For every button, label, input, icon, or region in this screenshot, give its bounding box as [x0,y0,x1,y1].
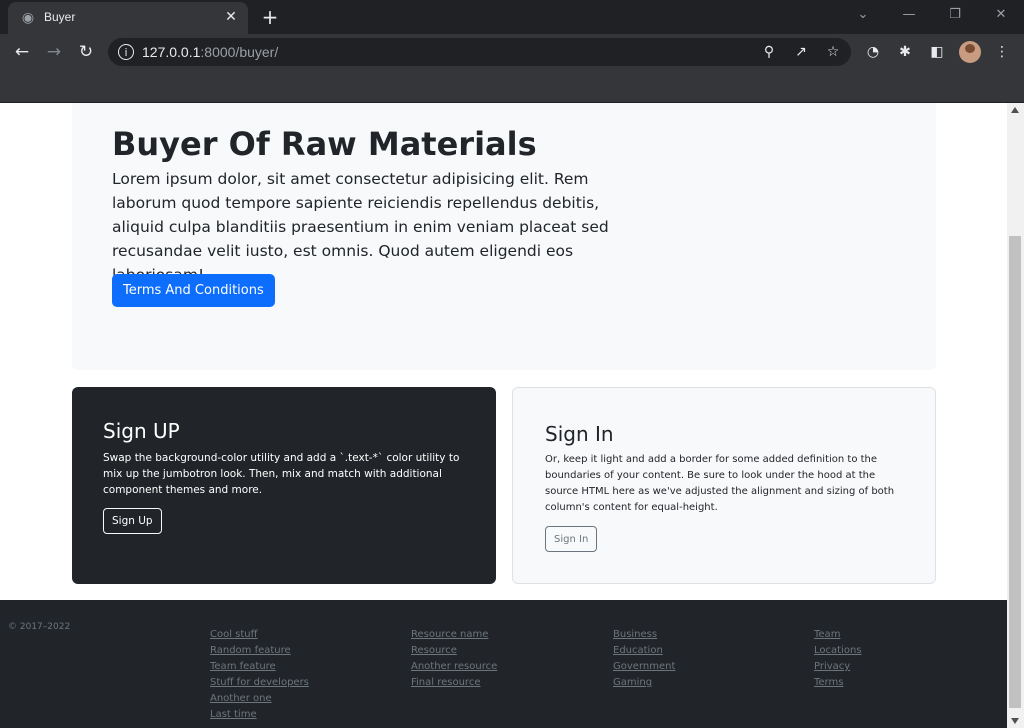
footer-link[interactable]: Gaming [613,677,652,688]
forward-button[interactable]: → [42,40,66,64]
footer-link[interactable]: Resource [411,645,457,656]
footer-link[interactable]: Education [613,645,663,656]
footer-column-resources: Resource name Resource Another resource … [411,624,497,688]
footer-link[interactable]: Business [613,629,657,640]
tab-search-icon[interactable]: ⌄ [841,4,885,26]
signup-button[interactable]: Sign Up [103,508,162,534]
browser-tab[interactable]: ◉ Buyer ✕ [8,2,248,34]
side-panel-icon[interactable]: ◧ [927,42,947,62]
footer-link[interactable]: Final resource [411,677,480,688]
bookmarks-bar [0,70,1024,103]
page-viewport: Buyer Of Raw Materials Lorem ipsum dolor… [0,103,1007,728]
hero-section: Buyer Of Raw Materials Lorem ipsum dolor… [72,103,936,370]
minimize-button[interactable]: — [887,4,931,26]
address-bar[interactable]: i 127.0.0.1:8000/buyer/ ⚲ ↗ ☆ [108,38,851,66]
menu-icon[interactable]: ⋮ [992,42,1012,62]
footer-column-features: Cool stuff Random feature Team feature S… [210,624,309,720]
url-path: :8000/buyer/ [200,44,279,60]
footer-column-about: Team Locations Privacy Terms [814,624,862,688]
site-info-icon[interactable]: i [118,44,134,60]
zoom-icon[interactable]: ⚲ [759,42,779,62]
signin-title: Sign In [545,422,614,446]
performance-icon[interactable]: ◔ [863,42,883,62]
footer-column-business: Business Education Government Gaming [613,624,675,688]
restore-button[interactable]: ❐ [933,4,977,26]
scroll-up-arrow[interactable] [1011,107,1019,113]
copyright-text: © 2017–2022 [8,622,71,632]
profile-avatar[interactable] [959,41,981,63]
share-icon[interactable]: ↗ [791,42,811,62]
footer-link[interactable]: Resource name [411,629,488,640]
hero-text: Lorem ipsum dolor, sit amet consectetur … [112,170,609,284]
signup-title: Sign UP [103,419,180,443]
footer-link[interactable]: Locations [814,645,862,656]
page-title: Buyer Of Raw Materials [112,125,537,163]
url-host: 127.0.0.1 [142,44,201,60]
footer-link[interactable]: Government [613,661,675,672]
footer-link[interactable]: Cool stuff [210,629,258,640]
back-button[interactable]: ← [10,40,34,64]
terms-and-conditions-button[interactable]: Terms And Conditions [112,274,275,307]
url-text: 127.0.0.1:8000/buyer/ [142,44,278,60]
footer: © 2017–2022 Cool stuff Random feature Te… [0,600,1007,728]
footer-link[interactable]: Another one [210,693,272,704]
close-tab-icon[interactable]: ✕ [222,8,240,26]
footer-link[interactable]: Privacy [814,661,850,672]
footer-link[interactable]: Last time [210,709,257,720]
scroll-down-arrow[interactable] [1011,718,1019,724]
tab-strip: ◉ Buyer ✕ + ⌄ — ❐ ✕ [0,0,1024,34]
footer-link[interactable]: Team feature [210,661,276,672]
footer-link[interactable]: Terms [814,677,843,688]
browser-toolbar: ← → ↻ i 127.0.0.1:8000/buyer/ ⚲ ↗ ☆ ◔ ✱ … [0,34,1024,70]
close-window-button[interactable]: ✕ [979,4,1023,26]
signin-card: Sign In Or, keep it light and add a bord… [512,387,936,584]
globe-icon: ◉ [21,10,35,26]
signin-button[interactable]: Sign In [545,526,598,552]
extensions-icon[interactable]: ✱ [895,42,915,62]
signup-text: Swap the background-color utility and ad… [103,452,460,496]
signin-text: Or, keep it light and add a border for s… [545,454,895,513]
new-tab-button[interactable]: + [258,5,282,29]
vertical-scrollbar[interactable] [1007,103,1024,728]
footer-link[interactable]: Team [814,629,840,640]
scrollbar-thumb[interactable] [1009,236,1021,708]
bookmark-star-icon[interactable]: ☆ [823,42,843,62]
tab-title: Buyer [44,10,76,24]
footer-link[interactable]: Another resource [411,661,497,672]
signup-card: Sign UP Swap the background-color utilit… [72,387,496,584]
footer-link[interactable]: Random feature [210,645,291,656]
footer-link[interactable]: Stuff for developers [210,677,309,688]
reload-button[interactable]: ↻ [74,40,98,64]
